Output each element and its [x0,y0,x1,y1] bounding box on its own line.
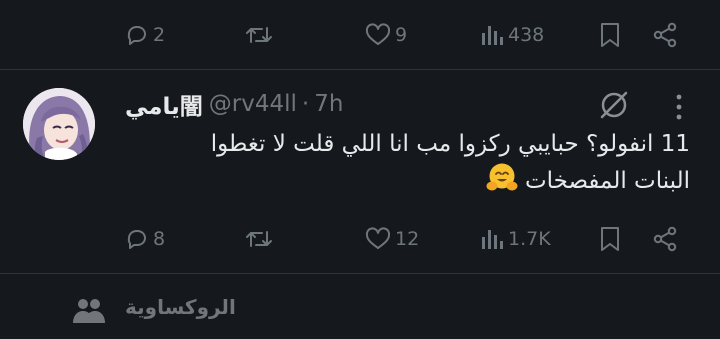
tweet-text-line-2-content: البنات المفصخات [524,168,690,194]
bookmark-icon [601,227,619,251]
views-icon [482,230,503,249]
bookmark-button[interactable] [599,219,621,259]
more-options-button[interactable] [669,90,689,124]
retweet-icon [246,27,272,43]
share-button[interactable] [652,15,678,55]
views-button[interactable]: 438 [480,15,544,55]
retweet-icon [246,231,272,247]
like-button[interactable]: 9 [365,15,407,55]
community-name[interactable]: الروكساوية [125,295,236,319]
avatar[interactable] [23,88,95,160]
community-icon [73,299,105,323]
grok-button[interactable] [597,88,631,122]
prev-tweet-action-bar: 2 9 438 [0,15,720,55]
tweet-text-line-1: 11 انفولو؟ حبايبي ركزوا مب انا اللي قلت … [210,131,690,157]
reply-button[interactable]: 8 [125,219,165,259]
reply-count: 2 [153,24,166,46]
tweet-divider [0,69,720,70]
bookmark-icon [601,23,619,47]
like-button[interactable]: 12 [365,219,419,259]
more-vertical-icon [676,94,682,120]
share-icon [653,226,677,252]
tweet-text: 11 انفولو؟ حبايبي ركزوا مب انا اللي قلت … [125,126,690,203]
user-handle[interactable]: @rv44ll [209,91,297,117]
hugging-face-emoji-icon [486,162,518,203]
like-count: 9 [395,24,408,46]
heart-icon [365,227,391,249]
share-button[interactable] [652,219,678,259]
tweet-time[interactable]: 7h [314,91,343,117]
heart-icon [365,23,391,45]
header-separator: · [301,91,310,117]
tweet-divider [0,273,720,274]
views-icon [482,26,503,45]
display-name[interactable]: يامي闇 [125,87,203,121]
reply-icon [127,26,146,45]
retweet-button[interactable] [244,15,274,55]
views-count: 438 [508,24,545,46]
reply-icon [127,230,146,249]
bookmark-button[interactable] [599,15,621,55]
avatar-image [23,88,95,160]
tweet-text-line-2: البنات المفصخات [125,162,690,203]
reply-button[interactable]: 2 [125,15,165,55]
reply-count: 8 [153,228,166,250]
views-button[interactable]: 1.7K [480,219,551,259]
share-icon [653,22,677,48]
like-count: 12 [395,228,420,250]
tweet-header: يامي闇 @rv44ll · 7h [125,84,343,124]
tweet-action-bar: 8 12 1.7K [0,219,720,259]
views-count: 1.7K [508,228,551,250]
grok-icon [600,91,628,119]
retweet-button[interactable] [244,219,274,259]
community-row[interactable]: الروكساوية [0,290,720,330]
